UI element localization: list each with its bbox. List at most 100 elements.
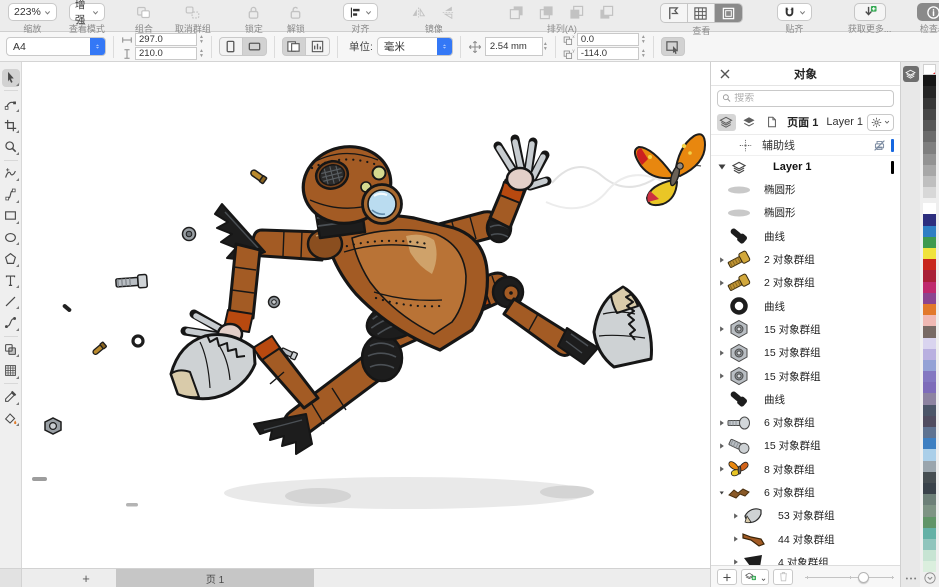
objects-docker-tab[interactable] [902, 66, 919, 82]
view-grid-button[interactable] [688, 4, 715, 22]
color-swatch[interactable] [923, 225, 936, 237]
scattered-hardware[interactable] [32, 169, 298, 507]
portrait-button[interactable] [218, 37, 243, 56]
units-select[interactable]: 毫米 [376, 37, 453, 56]
color-swatch[interactable] [923, 214, 936, 226]
color-swatch[interactable] [923, 153, 936, 165]
object-row[interactable]: 8 对象群组 [711, 458, 900, 481]
color-swatch[interactable] [923, 427, 936, 439]
color-swatch[interactable] [923, 460, 936, 472]
page-height-field[interactable] [135, 47, 197, 60]
more-options-icon[interactable] [905, 576, 917, 581]
object-row[interactable]: 15 对象群组 [711, 434, 900, 457]
color-swatch[interactable] [923, 259, 936, 271]
color-swatch[interactable] [923, 315, 936, 327]
view-mode-select[interactable]: 增强 [68, 0, 105, 26]
expand-caret-icon[interactable] [731, 535, 740, 543]
color-swatch[interactable] [923, 404, 936, 416]
current-page-button[interactable] [305, 37, 330, 56]
non-printing-icon[interactable] [873, 139, 886, 152]
color-swatch[interactable] [923, 187, 936, 199]
stepper-icon[interactable]: ▲ ▼ [199, 34, 204, 45]
expand-caret-icon[interactable] [717, 349, 726, 357]
view-fullscreen-button[interactable] [661, 4, 688, 22]
color-swatch[interactable] [923, 142, 936, 154]
color-swatch[interactable] [923, 371, 936, 383]
tool-bezier[interactable] [2, 186, 20, 204]
color-swatch[interactable] [923, 164, 936, 176]
object-row[interactable]: 15 对象群组 [711, 341, 900, 364]
expand-caret-icon[interactable] [717, 372, 726, 380]
delete-button[interactable] [773, 568, 793, 585]
tool-mesh-fill[interactable] [2, 362, 20, 380]
color-swatch[interactable] [923, 527, 936, 539]
new-layer-button[interactable] [741, 568, 769, 585]
color-swatch[interactable] [923, 348, 936, 360]
color-swatch[interactable] [923, 292, 936, 304]
expand-caret-icon[interactable] [731, 558, 740, 565]
tool-fill[interactable] [2, 409, 20, 427]
color-swatch[interactable] [923, 494, 936, 506]
color-swatch[interactable] [923, 438, 936, 450]
page-size-select[interactable]: A4 [6, 37, 106, 56]
expand-caret-icon[interactable] [717, 325, 726, 333]
caret-down-icon[interactable] [717, 163, 727, 171]
color-swatch[interactable] [923, 203, 936, 215]
color-swatch[interactable] [923, 270, 936, 282]
color-swatch[interactable] [923, 97, 936, 109]
color-swatch[interactable] [923, 281, 936, 293]
color-swatch[interactable] [923, 75, 936, 87]
guides-row[interactable]: 辅助线 [711, 135, 900, 156]
color-swatch[interactable] [923, 248, 936, 260]
color-swatch[interactable] [923, 482, 936, 495]
search-box[interactable] [717, 89, 894, 107]
view-all-layers-button[interactable] [717, 113, 736, 131]
palette-expand-icon[interactable] [923, 572, 936, 585]
panel-options-button[interactable] [867, 113, 894, 131]
edit-page-button[interactable] [660, 37, 685, 56]
all-pages-button[interactable] [281, 37, 306, 56]
object-row[interactable]: 2 对象群组 [711, 248, 900, 271]
color-swatch[interactable] [923, 471, 936, 483]
expand-caret-icon[interactable] [731, 512, 740, 520]
stepper-icon[interactable]: ▲ ▼ [641, 34, 646, 45]
tool-connector[interactable] [2, 314, 20, 332]
tool-eyedropper[interactable] [2, 388, 20, 406]
lock-button[interactable] [241, 3, 267, 21]
back-one-button[interactable] [564, 3, 590, 21]
tool-text[interactable] [2, 271, 20, 289]
color-swatch[interactable] [923, 86, 936, 98]
close-icon[interactable] [719, 68, 731, 80]
forward-one-button[interactable] [534, 3, 560, 21]
color-swatch[interactable] [923, 550, 936, 562]
get-more-button[interactable] [853, 3, 886, 21]
layer-row[interactable]: Layer 1 [711, 156, 900, 178]
expand-caret-icon[interactable] [717, 279, 726, 287]
canvas-artwork[interactable] [22, 62, 710, 568]
object-row[interactable]: 椭圆形 [711, 178, 900, 201]
color-swatch[interactable] [923, 415, 936, 427]
butterfly[interactable] [634, 133, 707, 207]
page-tab[interactable]: 页 1 [116, 569, 314, 587]
nudge-offset-field[interactable] [484, 37, 543, 56]
duplicate-y-field[interactable] [576, 47, 639, 60]
tool-rectangle[interactable] [2, 207, 20, 225]
object-row[interactable]: 2 对象群组 [711, 271, 900, 294]
expand-caret-icon[interactable] [717, 419, 726, 427]
color-swatch[interactable] [923, 131, 936, 143]
color-swatch[interactable] [923, 108, 936, 120]
color-swatch[interactable] [923, 303, 936, 316]
mirror-vertical-button[interactable] [436, 3, 462, 21]
combine-button[interactable] [131, 3, 157, 21]
object-row[interactable]: 44 对象群组 [711, 527, 900, 550]
color-swatch[interactable] [923, 119, 936, 132]
object-row[interactable]: 曲线 [711, 388, 900, 411]
no-color-swatch[interactable] [923, 64, 936, 76]
expand-caret-icon[interactable] [717, 256, 726, 264]
object-row[interactable]: 15 对象群组 [711, 318, 900, 341]
view-current-layer-button[interactable] [740, 114, 759, 131]
object-row[interactable]: 4 对象群组 [711, 551, 900, 565]
to-front-button[interactable] [504, 3, 530, 21]
ungroup-button[interactable] [180, 3, 206, 21]
expand-caret-icon[interactable] [717, 465, 726, 473]
